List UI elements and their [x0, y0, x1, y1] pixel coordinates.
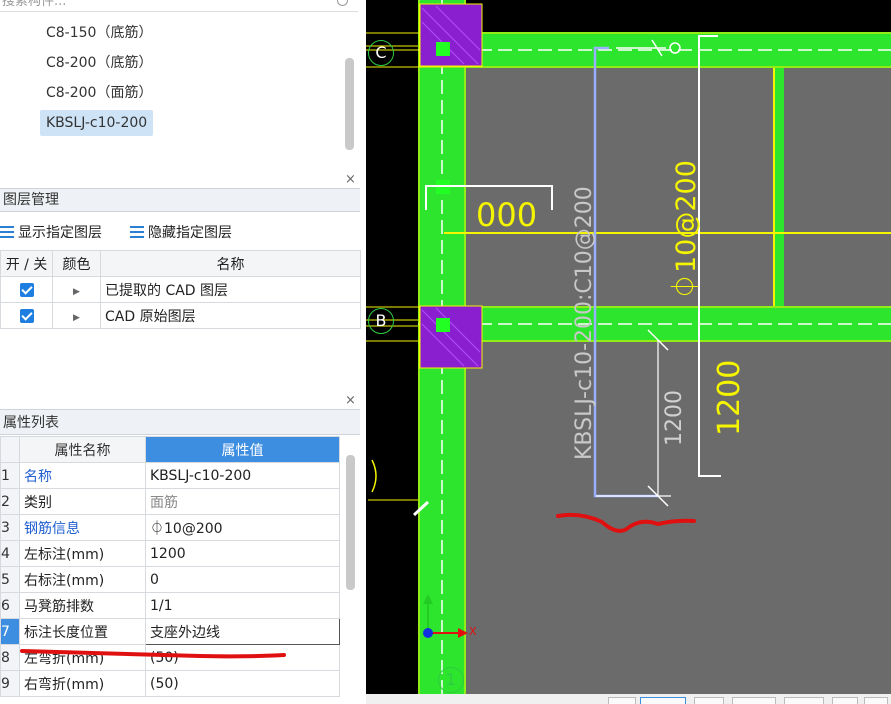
- rebar-text-label: KBSLJ-c10-200:C10@200: [572, 186, 597, 460]
- column-b1[interactable]: [419, 305, 483, 369]
- column-c1[interactable]: [419, 3, 483, 67]
- axis-label-b: B: [368, 308, 394, 334]
- dimension-label-yellow: 1200: [712, 359, 747, 436]
- status-button[interactable]: [832, 697, 858, 704]
- partial-dimension-text: 000: [476, 196, 538, 234]
- status-button[interactable]: [784, 697, 824, 704]
- status-button[interactable]: [608, 697, 636, 704]
- status-button[interactable]: [864, 697, 888, 704]
- rebar-spec-label: ⏀10@200: [671, 160, 702, 300]
- beam-secondary[interactable]: [774, 68, 784, 306]
- status-button[interactable]: [640, 697, 686, 704]
- dimension-label-gray: 1200: [662, 390, 687, 446]
- red-annotation-underline: [20, 649, 286, 659]
- cad-drawing[interactable]: [366, 0, 891, 704]
- axis-label-1: 1: [438, 667, 464, 693]
- status-button[interactable]: [694, 697, 724, 704]
- cad-canvas[interactable]: C B 1 KBSLJ-c10-200:C10@200 ⏀10@200 1200…: [366, 0, 891, 704]
- left-panel: 搜索构件... C8-150（底筋） C8-200（底筋） C8-200（面筋）…: [0, 0, 366, 704]
- axis-label-c: C: [368, 40, 394, 66]
- ucs-x-label: X: [469, 625, 477, 638]
- status-button[interactable]: [732, 697, 776, 704]
